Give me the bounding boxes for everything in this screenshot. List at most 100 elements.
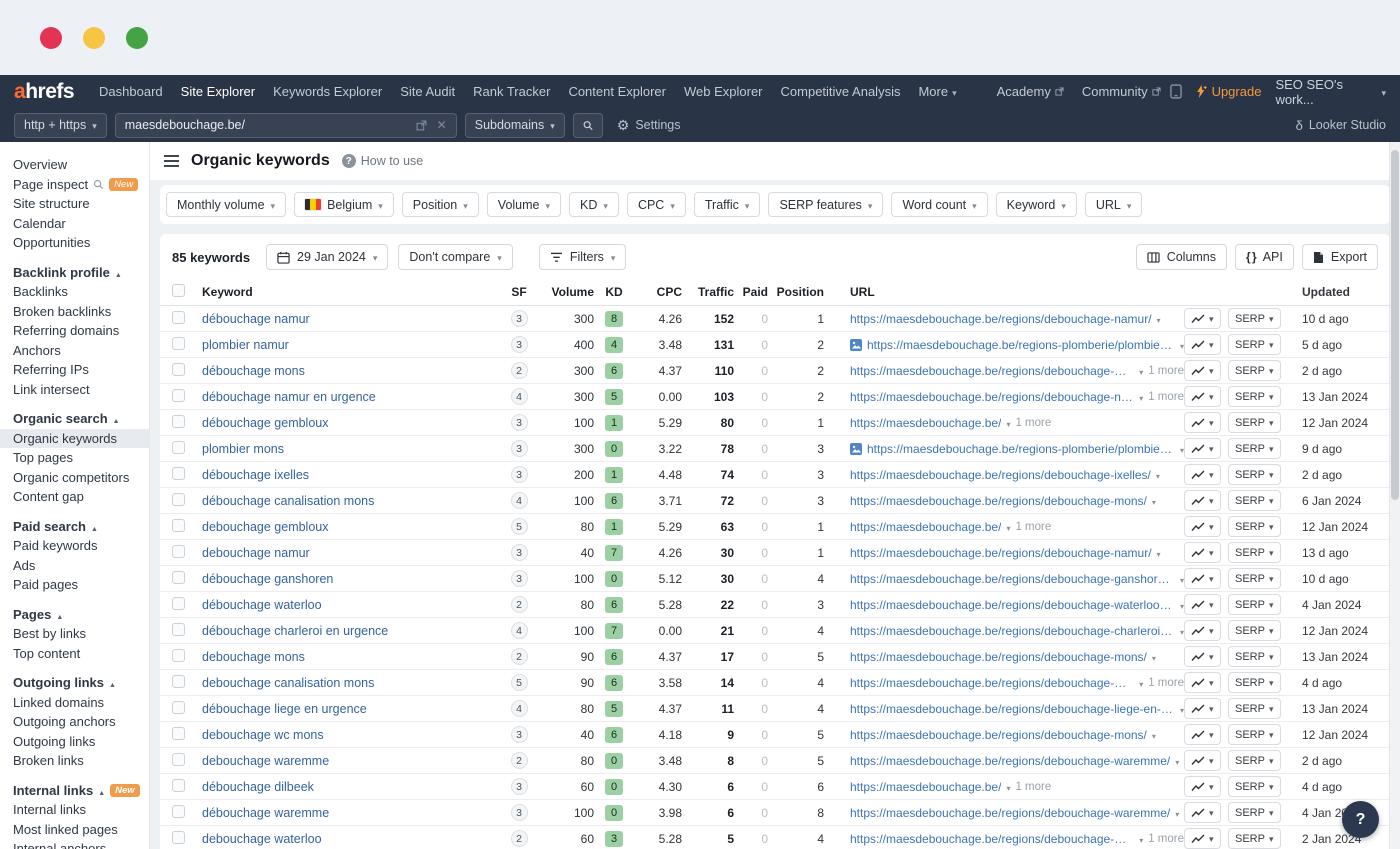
keyword-link[interactable]: débouchage gembloux (202, 416, 500, 430)
column-header-cpc[interactable]: CPC (634, 285, 682, 299)
url-link[interactable]: https://maesdebouchage.be/regions/debouc… (850, 494, 1147, 508)
nav-item-keywords-explorer[interactable]: Keywords Explorer (264, 84, 391, 99)
position-history-button[interactable] (1184, 438, 1221, 459)
column-header-url[interactable]: URL (824, 285, 1184, 299)
row-checkbox[interactable] (172, 779, 185, 792)
chevron-down-icon[interactable] (1175, 806, 1179, 820)
serp-features-count[interactable]: 4 (511, 492, 528, 509)
column-header-sf[interactable]: SF (500, 285, 538, 299)
sidebar-item-most-linked-pages[interactable]: Most linked pages (0, 820, 149, 840)
keyword-link[interactable]: plombier namur (202, 338, 500, 352)
filter-kd[interactable]: KD (569, 192, 619, 217)
row-checkbox[interactable] (172, 337, 185, 350)
row-checkbox[interactable] (172, 623, 185, 636)
serp-button[interactable]: SERP (1228, 776, 1281, 797)
serp-features-count[interactable]: 3 (511, 778, 528, 795)
serp-button[interactable]: SERP (1228, 750, 1281, 771)
url-link[interactable]: https://maesdebouchage.be/regions/debouc… (850, 468, 1151, 482)
serp-features-count[interactable]: 5 (511, 518, 528, 535)
position-history-button[interactable] (1184, 750, 1221, 771)
keyword-link[interactable]: débouchage dilbeek (202, 780, 500, 794)
chevron-down-icon[interactable] (1175, 754, 1179, 768)
sidebar-item-outgoing-anchors[interactable]: Outgoing anchors (0, 712, 149, 732)
chevron-down-icon[interactable] (1157, 546, 1161, 560)
serp-features-count[interactable]: 3 (511, 336, 528, 353)
window-minimize-button[interactable] (83, 27, 105, 49)
url-link[interactable]: https://maesdebouchage.be/regions/debouc… (850, 676, 1134, 690)
nav-item-dashboard[interactable]: Dashboard (90, 84, 172, 99)
keyword-link[interactable]: débouchage canalisation mons (202, 494, 500, 508)
filter-position[interactable]: Position (402, 192, 479, 217)
position-history-button[interactable] (1184, 490, 1221, 511)
serp-features-count[interactable]: 3 (511, 726, 528, 743)
keyword-link[interactable]: débouchage ixelles (202, 468, 500, 482)
column-header-paid[interactable]: Paid (734, 285, 768, 299)
serp-features-count[interactable]: 3 (511, 804, 528, 821)
position-history-button[interactable] (1184, 334, 1221, 355)
serp-features-count[interactable]: 2 (511, 830, 528, 847)
column-header-traffic[interactable]: Traffic (682, 285, 734, 299)
row-checkbox[interactable] (172, 805, 185, 818)
keyword-link[interactable]: débouchage mons (202, 364, 500, 378)
position-history-button[interactable] (1184, 724, 1221, 745)
serp-features-count[interactable]: 2 (511, 752, 528, 769)
url-link[interactable]: https://maesdebouchage.be/regions/debouc… (850, 624, 1175, 638)
settings-button[interactable]: ⚙Settings (617, 118, 681, 132)
position-history-button[interactable] (1184, 776, 1221, 797)
position-history-button[interactable] (1184, 360, 1221, 381)
export-button[interactable]: Export (1302, 244, 1378, 270)
chevron-down-icon[interactable] (1156, 468, 1160, 482)
url-link[interactable]: https://maesdebouchage.be/regions-plombe… (867, 338, 1175, 352)
url-link[interactable]: https://maesdebouchage.be/regions/debouc… (850, 364, 1134, 378)
sidebar-item-top-pages[interactable]: Top pages (0, 448, 149, 468)
row-checkbox[interactable] (172, 363, 185, 376)
sidebar-section-paid-search[interactable]: Paid search (0, 517, 149, 537)
row-checkbox[interactable] (172, 389, 185, 402)
open-in-new-tab-icon[interactable] (416, 120, 427, 131)
filter-belgium[interactable]: Belgium (294, 192, 394, 217)
nav-item-site-audit[interactable]: Site Audit (391, 84, 464, 99)
row-checkbox[interactable] (172, 701, 185, 714)
url-link[interactable]: https://maesdebouchage.be/regions/debouc… (850, 728, 1147, 742)
nav-item-more[interactable]: More (909, 84, 965, 99)
sidebar-item-page-inspect[interactable]: Page inspectNew (0, 175, 149, 195)
serp-features-count[interactable]: 3 (511, 310, 528, 327)
keyword-link[interactable]: debouchage waterloo (202, 832, 500, 846)
row-checkbox[interactable] (172, 311, 185, 324)
filter-traffic[interactable]: Traffic (694, 192, 761, 217)
row-checkbox[interactable] (172, 831, 185, 844)
serp-button[interactable]: SERP (1228, 464, 1281, 485)
more-urls-link[interactable]: 1 more (1148, 365, 1184, 377)
serp-button[interactable]: SERP (1228, 490, 1281, 511)
mobile-device-icon[interactable] (1170, 84, 1182, 99)
window-maximize-button[interactable] (126, 27, 148, 49)
looker-studio-button[interactable]: δLooker Studio (1296, 118, 1386, 133)
chevron-down-icon[interactable] (1157, 312, 1161, 326)
api-button[interactable]: { }API (1235, 244, 1294, 270)
serp-features-count[interactable]: 3 (511, 466, 528, 483)
position-history-button[interactable] (1184, 386, 1221, 407)
sidebar-item-outgoing-links[interactable]: Outgoing links (0, 732, 149, 752)
nav-item-competitive-analysis[interactable]: Competitive Analysis (772, 84, 910, 99)
chevron-down-icon[interactable] (1139, 676, 1143, 690)
serp-button[interactable]: SERP (1228, 646, 1281, 667)
chevron-down-icon[interactable] (1139, 364, 1143, 378)
url-link[interactable]: https://maesdebouchage.be/regions/debouc… (850, 754, 1170, 768)
serp-button[interactable]: SERP (1228, 594, 1281, 615)
position-history-button[interactable] (1184, 464, 1221, 485)
clear-input-icon[interactable]: ✕ (437, 118, 447, 132)
sidebar-item-opportunities[interactable]: Opportunities (0, 233, 149, 253)
nav-item-community[interactable]: Community (1073, 84, 1170, 99)
position-history-button[interactable] (1184, 646, 1221, 667)
columns-button[interactable]: Columns (1136, 244, 1227, 270)
sidebar-item-site-structure[interactable]: Site structure (0, 194, 149, 214)
sidebar-item-overview[interactable]: Overview (0, 155, 149, 175)
sidebar-item-paid-pages[interactable]: Paid pages (0, 575, 149, 595)
url-link[interactable]: https://maesdebouchage.be/regions/debouc… (850, 390, 1134, 404)
account-menu[interactable]: SEO SEO's work... (1275, 77, 1386, 107)
sidebar-item-best-by-links[interactable]: Best by links (0, 624, 149, 644)
select-all-checkbox[interactable] (172, 284, 185, 297)
row-checkbox[interactable] (172, 467, 185, 480)
serp-features-count[interactable]: 4 (511, 700, 528, 717)
serp-features-count[interactable]: 4 (511, 388, 528, 405)
